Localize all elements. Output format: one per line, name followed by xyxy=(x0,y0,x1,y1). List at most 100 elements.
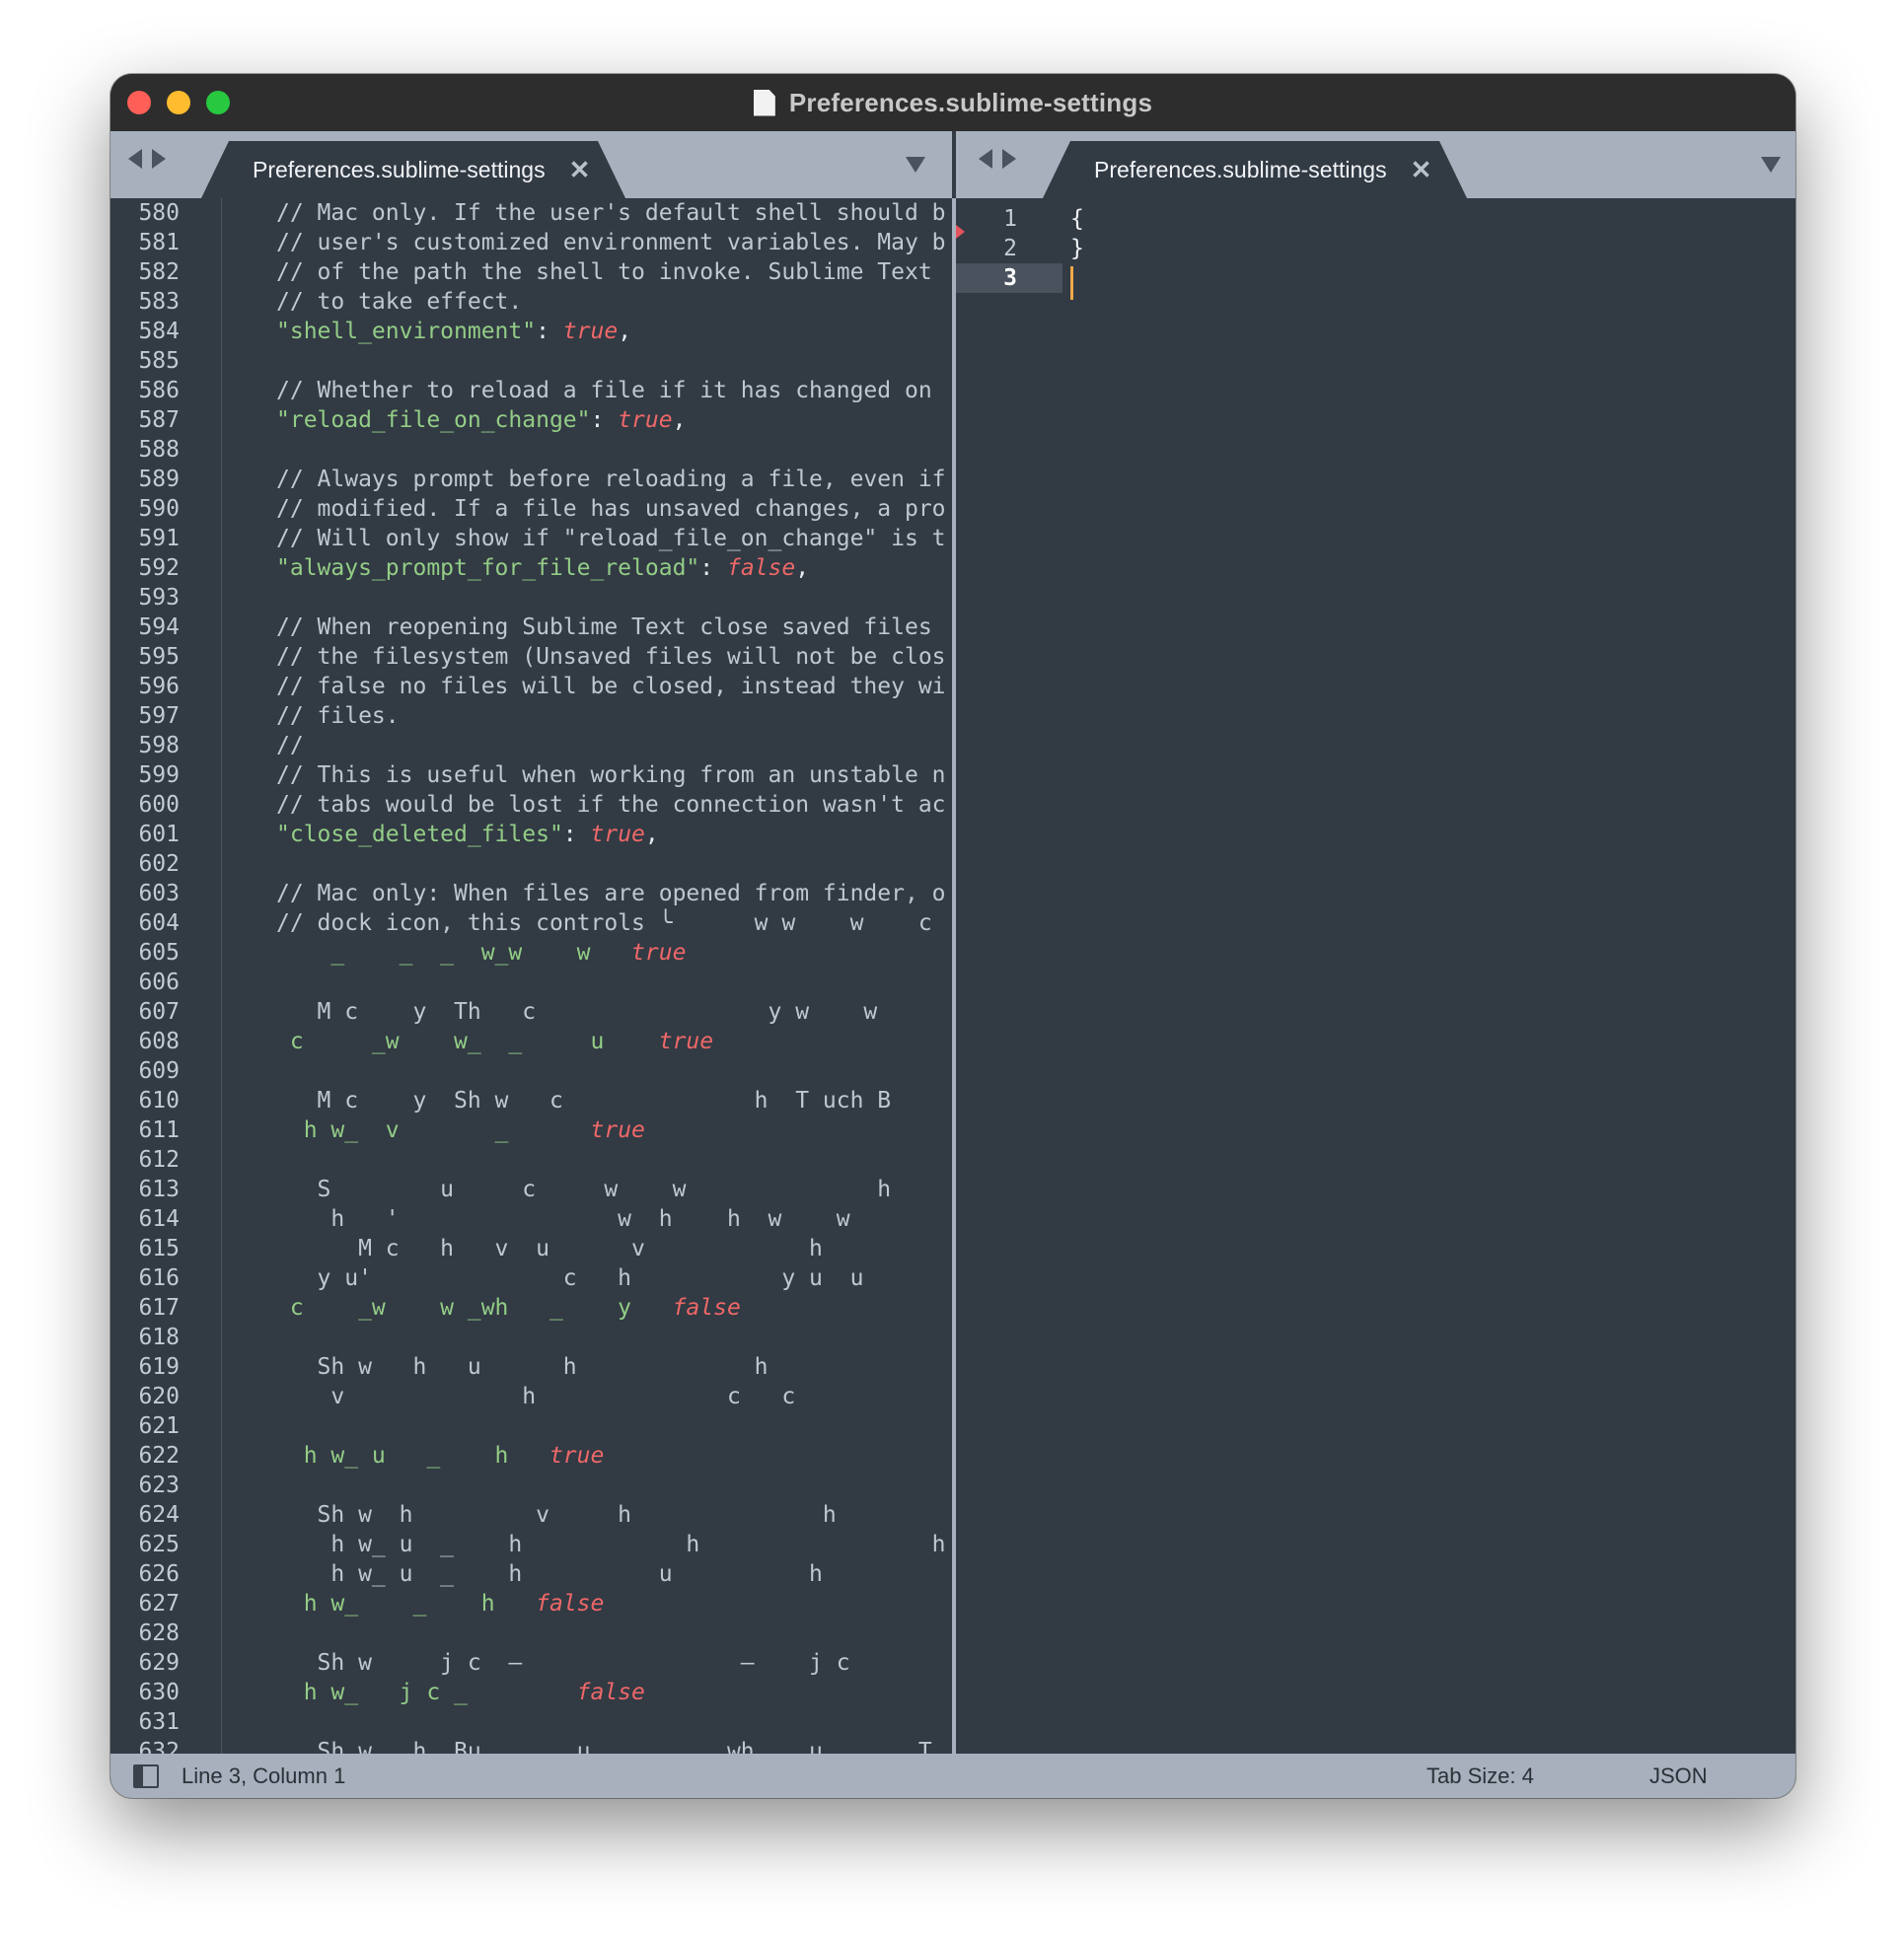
code-line[interactable]: 597 // files. xyxy=(110,701,952,731)
code-line[interactable]: 620 v h c c xyxy=(110,1382,952,1411)
code-line[interactable]: 619 Sh w h u h h xyxy=(110,1352,952,1382)
code-line[interactable]: 629 Sh w j c – – j c xyxy=(110,1648,952,1678)
code-line[interactable]: 611 h w_ v _ true xyxy=(110,1115,952,1145)
code-line[interactable]: 624 Sh w h v h h xyxy=(110,1500,952,1530)
code-text: Sh w h Bu u wh u T xyxy=(276,1737,932,1754)
code-line[interactable]: 627 h w_ _ h false xyxy=(110,1589,952,1619)
code-line[interactable]: 617 c _w w _wh _ y false xyxy=(110,1293,952,1323)
tab-size-indicator[interactable]: Tab Size: 4 xyxy=(1427,1763,1534,1789)
arrow-right-icon[interactable] xyxy=(1002,149,1016,169)
code-line[interactable]: 588 xyxy=(110,435,952,465)
code-text: M c y Sh w c h T uch B xyxy=(276,1086,892,1115)
code-line[interactable]: 626 h w_ u _ h u h xyxy=(110,1559,952,1589)
code-line[interactable]: 609 xyxy=(110,1056,952,1086)
code-line[interactable]: 593 xyxy=(110,583,952,612)
code-line[interactable]: 587 "reload_file_on_change": true, xyxy=(110,405,952,435)
code-text: // dock icon, this controls ╰ w w w c xyxy=(276,908,932,938)
line-number: 611 xyxy=(138,1117,180,1143)
code-line[interactable]: 598 // xyxy=(110,731,952,760)
code-line[interactable]: 623 xyxy=(110,1471,952,1500)
code-line[interactable]: 594 // When reopening Sublime Text close … xyxy=(110,612,952,642)
code-line[interactable]: 608 c _w w_ _ u true xyxy=(110,1027,952,1056)
code-line[interactable]: 600 // tabs would be lost if the connecti… xyxy=(110,790,952,820)
code-line[interactable]: 586 // Whether to reload a file if it has… xyxy=(110,376,952,405)
code-line[interactable]: 618 xyxy=(110,1323,952,1352)
code-token: , xyxy=(644,822,659,847)
code-line[interactable]: 2} xyxy=(956,234,1795,263)
code-line[interactable]: 1{ xyxy=(956,204,1795,234)
code-token: // false no files will be closed, instea… xyxy=(276,674,946,699)
code-line[interactable]: 604 // dock icon, this controls ╰ w w w c xyxy=(110,908,952,938)
code-line[interactable]: 599 // This is useful when working from a… xyxy=(110,760,952,790)
code-line[interactable]: 616 y u' c h y u u xyxy=(110,1263,952,1293)
code-line[interactable]: 592 "always_prompt_for_file_reload": fals… xyxy=(110,553,952,583)
code-text: h w_ u _ h h h xyxy=(276,1530,946,1559)
code-line[interactable]: 3 xyxy=(956,263,1795,300)
code-line[interactable]: 628 xyxy=(110,1619,952,1648)
code-line[interactable]: 631 xyxy=(110,1707,952,1737)
line-number: 619 xyxy=(138,1354,180,1380)
code-token: h w_ u _ h h h xyxy=(276,1532,946,1557)
line-number: 1 xyxy=(1003,206,1017,232)
code-line[interactable]: 595 // the filesystem (Unsaved files will… xyxy=(110,642,952,672)
left-editor-pane[interactable]: 580 // Mac only. If the user's default sh… xyxy=(110,198,952,1754)
close-icon[interactable]: ✕ xyxy=(569,155,591,185)
chevron-down-icon[interactable] xyxy=(1761,157,1781,173)
code-line[interactable]: 613 S u c w w h xyxy=(110,1175,952,1204)
code-line[interactable]: 605 _ _ _ w_w w true xyxy=(110,938,952,968)
left-tab-bar: Preferences.sublime-settings ✕ xyxy=(110,131,952,198)
code-token: false xyxy=(536,1591,605,1617)
code-line[interactable]: 601 "close_deleted_files": true, xyxy=(110,820,952,849)
code-line[interactable]: 582 // of the path the shell to invoke. S… xyxy=(110,257,952,287)
code-line[interactable]: 614 h ' w h h w w xyxy=(110,1204,952,1234)
cursor-position[interactable]: Line 3, Column 1 xyxy=(182,1763,345,1789)
code-line[interactable]: 584 "shell_environment": true, xyxy=(110,317,952,346)
arrow-left-icon[interactable] xyxy=(979,149,992,169)
code-line[interactable]: 615 M c h v u v h xyxy=(110,1234,952,1263)
code-line[interactable]: 630 h w_ j c _ false xyxy=(110,1678,952,1707)
code-line[interactable]: 621 xyxy=(110,1411,952,1441)
code-text: "shell_environment": true, xyxy=(276,317,631,346)
code-line[interactable]: 610 M c y Sh w c h T uch B xyxy=(110,1086,952,1115)
line-number: 582 xyxy=(138,259,180,285)
close-icon[interactable]: ✕ xyxy=(1411,155,1432,185)
code-line[interactable]: 580 // Mac only. If the user's default sh… xyxy=(110,198,952,228)
arrow-left-icon[interactable] xyxy=(128,149,142,169)
right-editor-pane[interactable]: 1{2} 3 xyxy=(956,198,1795,1754)
code-token: // Mac only. If the user's default shell… xyxy=(276,200,946,226)
code-line[interactable]: 602 xyxy=(110,849,952,879)
code-line[interactable]: 606 xyxy=(110,968,952,997)
code-token: // modified. If a file has unsaved chang… xyxy=(276,496,946,522)
tab-left-preferences[interactable]: Preferences.sublime-settings ✕ xyxy=(201,141,625,198)
code-line[interactable]: 596 // false no files will be closed, ins… xyxy=(110,672,952,701)
line-number: 591 xyxy=(138,526,180,551)
code-line[interactable]: 585 xyxy=(110,346,952,376)
line-number: 604 xyxy=(138,910,180,936)
code-token: false xyxy=(672,1295,741,1321)
code-line[interactable]: 603 // Mac only: When files are opened fr… xyxy=(110,879,952,908)
line-number: 2 xyxy=(1003,236,1017,261)
code-line[interactable]: 622 h w_ u _ h true xyxy=(110,1441,952,1471)
tab-right-preferences[interactable]: Preferences.sublime-settings ✕ xyxy=(1043,141,1467,198)
arrow-right-icon[interactable] xyxy=(152,149,166,169)
code-line[interactable]: 612 xyxy=(110,1145,952,1175)
window-title: Preferences.sublime-settings xyxy=(788,87,1153,117)
code-line[interactable]: 590 // modified. If a file has unsaved ch… xyxy=(110,494,952,524)
code-line[interactable]: 607 M c y Th c y w w xyxy=(110,997,952,1027)
line-number: 626 xyxy=(138,1561,180,1587)
code-text: // This is useful when working from an u… xyxy=(276,760,946,790)
code-line[interactable]: 581 // user's customized environment vari… xyxy=(110,228,952,257)
line-number: 617 xyxy=(138,1295,180,1321)
code-text: // Whether to reload a file if it has ch… xyxy=(276,376,946,405)
code-line[interactable]: 632 Sh w h Bu u wh u T xyxy=(110,1737,952,1754)
sidebar-toggle-icon[interactable] xyxy=(133,1764,159,1788)
code-line[interactable]: 589 // Always prompt before reloading a f… xyxy=(110,465,952,494)
code-line[interactable]: 583 // to take effect. xyxy=(110,287,952,317)
code-line[interactable]: 591 // Will only show if "reload_file_on_… xyxy=(110,524,952,553)
code-token: M c y Th c y w w xyxy=(276,999,878,1025)
syntax-indicator[interactable]: JSON xyxy=(1649,1763,1708,1789)
line-number: 588 xyxy=(138,437,180,463)
code-line[interactable]: 625 h w_ u _ h h h xyxy=(110,1530,952,1559)
code-token: true xyxy=(658,1029,714,1054)
chevron-down-icon[interactable] xyxy=(906,157,925,173)
